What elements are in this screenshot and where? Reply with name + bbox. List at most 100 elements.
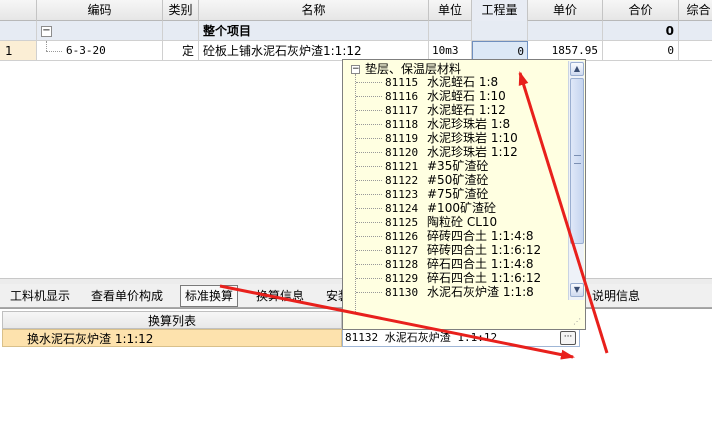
dropdown-item[interactable]: 81115 水泥蛭石 1:8	[343, 75, 569, 89]
resize-grip-icon[interactable]: ⋰	[573, 317, 583, 327]
group-name: 整个项目	[199, 21, 429, 41]
header-code[interactable]: 编码	[37, 0, 163, 21]
dropdown-item-name: 水泥珍珠岩 1:8	[427, 117, 511, 131]
scroll-up-icon[interactable]: ▲	[570, 62, 584, 76]
material-code-input[interactable]: 81132 水泥石灰炉渣 1:1:12	[342, 329, 580, 347]
grid-header: 编码 类别 名称 单位 工程量 单价 合价 综合	[0, 0, 712, 21]
dropdown-item-code: 81122	[385, 174, 419, 187]
tab-material-display[interactable]: 工料机显示	[6, 286, 74, 306]
group-unit-cell	[429, 21, 472, 41]
tree-connector	[356, 96, 382, 97]
tree-connector	[356, 236, 382, 237]
collapse-icon[interactable]: −	[351, 65, 360, 74]
tree-connector	[356, 208, 382, 209]
dropdown-item-name: 水泥蛭石 1:10	[427, 89, 506, 103]
tab-conversion-info[interactable]: 换算信息	[252, 286, 308, 306]
header-unit[interactable]: 单位	[429, 0, 472, 21]
tree-connector	[356, 82, 382, 83]
grip-icon	[574, 155, 581, 164]
dropdown-item-name: #100矿渣砼	[427, 201, 496, 215]
dropdown-item-name: 水泥蛭石 1:8	[427, 75, 499, 89]
dropdown-item[interactable]: 81128 碎石四合土 1:1:4:8	[343, 257, 569, 271]
item-code[interactable]: 6-3-20	[37, 41, 163, 61]
dropdown-item[interactable]: 81125 陶粒砼 CL10	[343, 215, 569, 229]
tree-connector	[356, 194, 382, 195]
quantity-input[interactable]: 0	[472, 41, 528, 61]
dropdown-item-code: 81126	[385, 230, 419, 243]
tree-connector	[356, 166, 382, 167]
dropdown-item[interactable]: 81123 #75矿渣砼	[343, 187, 569, 201]
tab-description[interactable]: 说明信息	[588, 286, 644, 306]
dropdown-item-code: 81119	[385, 132, 419, 145]
group-row[interactable]: − 整个项目 0	[0, 21, 712, 41]
header-total-price[interactable]: 合价	[603, 0, 679, 21]
item-unit[interactable]: 10m3	[429, 41, 472, 61]
dropdown-item-name: 水泥蛭石 1:12	[427, 103, 506, 117]
item-unit-price[interactable]: 1857.95	[528, 41, 603, 61]
conversion-row[interactable]: 换水泥石灰炉渣 1:1:12	[2, 329, 342, 347]
browse-button[interactable]: ···	[560, 331, 576, 345]
tree-connector	[356, 110, 382, 111]
dropdown-item-code: 81117	[385, 104, 419, 117]
dropdown-item-name: #75矿渣砼	[427, 187, 489, 201]
dropdown-item-code: 81130	[385, 286, 419, 299]
tab-standard-conversion[interactable]: 标准换算	[180, 285, 239, 307]
dropdown-scrollbar[interactable]: ▲ ▼	[568, 61, 584, 300]
dropdown-item-code: 81115	[385, 76, 419, 89]
header-rownum	[0, 0, 37, 21]
dropdown-root-label: 垫层、保温层材料	[365, 62, 462, 76]
item-composite	[679, 41, 712, 61]
item-name[interactable]: 砼板上铺水泥石灰炉渣1:1:12	[199, 41, 429, 61]
dropdown-item[interactable]: 81129 碎石四合土 1:1:6:12	[343, 271, 569, 285]
scroll-down-icon[interactable]: ▼	[570, 283, 584, 297]
dropdown-item-code: 81124	[385, 202, 419, 215]
dropdown-item-code: 81116	[385, 90, 419, 103]
dropdown-item[interactable]: 81119 水泥珍珠岩 1:10	[343, 131, 569, 145]
tab-price-composition[interactable]: 查看单价构成	[87, 286, 167, 306]
dropdown-item-code: 81123	[385, 188, 419, 201]
header-quantity[interactable]: 工程量	[472, 0, 528, 21]
item-category[interactable]: 定	[163, 41, 199, 61]
tree-connector	[356, 278, 382, 279]
conversion-list-header: 换算列表	[2, 311, 342, 329]
item-row[interactable]: 1 6-3-20 定 砼板上铺水泥石灰炉渣1:1:12 10m3 0 1857.…	[0, 41, 712, 61]
header-category[interactable]: 类别	[163, 0, 199, 21]
dropdown-item[interactable]: 81127 碎砖四合土 1:1:6:12	[343, 243, 569, 257]
tree-connector	[356, 138, 382, 139]
tree-connector	[356, 264, 382, 265]
dropdown-item[interactable]: 81122 #50矿渣砼	[343, 173, 569, 187]
dropdown-item[interactable]: 81121 #35矿渣砼	[343, 159, 569, 173]
group-unit-price-cell	[528, 21, 603, 41]
dropdown-root-node[interactable]: − 垫层、保温层材料	[351, 62, 461, 76]
dropdown-item-name: 水泥珍珠岩 1:10	[427, 131, 518, 145]
tree-connector	[356, 124, 382, 125]
tree-connector	[356, 180, 382, 181]
dropdown-item-name: #50矿渣砼	[427, 173, 489, 187]
header-unit-price[interactable]: 单价	[528, 0, 603, 21]
dropdown-item-name: 水泥珍珠岩 1:12	[427, 145, 518, 159]
item-total-price: 0	[603, 41, 679, 61]
dropdown-item[interactable]: 81126 碎砖四合土 1:1:4:8	[343, 229, 569, 243]
dropdown-item[interactable]: 81118 水泥珍珠岩 1:8	[343, 117, 569, 131]
header-name[interactable]: 名称	[199, 0, 429, 21]
collapse-icon[interactable]: −	[41, 26, 52, 37]
scroll-thumb[interactable]	[570, 78, 584, 244]
dropdown-item-name: 水泥石灰炉渣 1:1:8	[427, 285, 534, 299]
dropdown-item-code: 81120	[385, 146, 419, 159]
dropdown-item[interactable]: 81116 水泥蛭石 1:10	[343, 89, 569, 103]
tree-connector	[356, 222, 382, 223]
dropdown-item-name: 碎石四合土 1:1:6:12	[427, 271, 542, 285]
tree-connector	[356, 250, 382, 251]
dropdown-item-code: 81125	[385, 216, 419, 229]
header-composite[interactable]: 综合	[679, 0, 712, 21]
dropdown-item-code: 81129	[385, 272, 419, 285]
dropdown-item[interactable]: 81124 #100矿渣砼	[343, 201, 569, 215]
group-quantity-cell	[472, 21, 528, 41]
group-total: 0	[603, 21, 679, 41]
dropdown-item[interactable]: 81117 水泥蛭石 1:12	[343, 103, 569, 117]
dropdown-item[interactable]: 81130 水泥石灰炉渣 1:1:8	[343, 285, 569, 299]
item-rownum: 1	[0, 41, 37, 61]
material-dropdown[interactable]: − 垫层、保温层材料 81115 水泥蛭石 1:8 81116 水泥蛭石 1:10 811…	[342, 59, 586, 330]
dropdown-item-code: 81127	[385, 244, 419, 257]
dropdown-item[interactable]: 81120 水泥珍珠岩 1:12	[343, 145, 569, 159]
